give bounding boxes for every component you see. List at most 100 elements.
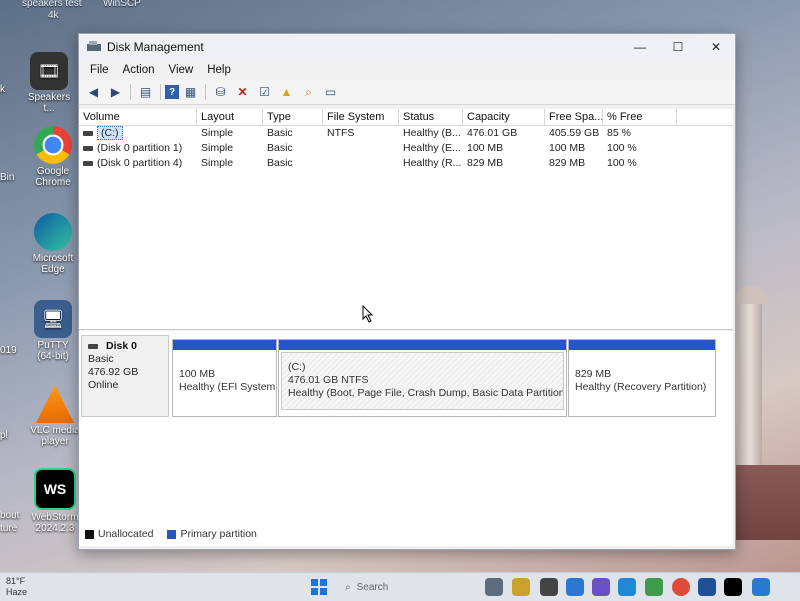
delete-icon[interactable]: ✕ <box>232 82 253 102</box>
menu-action[interactable]: Action <box>116 64 162 76</box>
minimize-button[interactable]: — <box>621 34 659 60</box>
desktop-label-winscp[interactable]: WinSCP <box>103 0 141 9</box>
partition-efi[interactable]: 100 MB Healthy (EFI System <box>172 339 277 417</box>
search-icon: ⌕ <box>345 581 351 593</box>
desktop-edge-label: k <box>0 84 5 95</box>
desktop-icon-putty[interactable]: 🖥 PuTTY (64-bit) <box>28 300 78 362</box>
legend-primary-label: Primary partition <box>180 528 257 540</box>
console-icon[interactable]: ▭ <box>320 82 341 102</box>
connect-icon[interactable]: ⛁ <box>210 82 231 102</box>
view-icon[interactable]: ▦ <box>180 82 201 102</box>
fs-cell <box>323 156 399 171</box>
desktop-icon-vlc[interactable]: VLC media player <box>30 385 80 447</box>
help-icon[interactable]: ? <box>165 85 179 99</box>
taskbar-search[interactable]: ⌕ Search <box>345 578 465 596</box>
col-free-space[interactable]: Free Spa... <box>545 109 603 125</box>
disk-management-window[interactable]: Disk Management — ☐ ✕ File Action View H… <box>78 33 736 550</box>
taskbar-app-icon[interactable] <box>566 578 584 596</box>
taskbar-app-icon[interactable] <box>592 578 610 596</box>
col-type[interactable]: Type <box>263 109 323 125</box>
desktop-label-4k[interactable]: 4k <box>48 10 59 21</box>
drive-icon <box>83 145 93 151</box>
disk-graphical-view: Disk 0 Basic 476.92 GB Online 100 MB Hea… <box>79 331 733 546</box>
disk-0-label[interactable]: Disk 0 Basic 476.92 GB Online <box>81 335 169 417</box>
vlc-cone-icon <box>36 385 74 423</box>
partition-status: Healthy (EFI System <box>179 381 276 393</box>
col-file-system[interactable]: File System <box>323 109 399 125</box>
menu-view[interactable]: View <box>162 64 201 76</box>
forward-arrow-icon[interactable]: ▶ <box>105 82 126 102</box>
taskbar-app-icon[interactable] <box>540 578 558 596</box>
desktop-edge-label: bout <box>0 510 20 521</box>
taskbar-app-icon[interactable] <box>645 578 663 596</box>
start-button[interactable] <box>311 579 327 595</box>
desktop-icon-label: PuTTY (64-bit) <box>37 340 69 362</box>
maximize-button[interactable]: ☐ <box>659 34 697 60</box>
menu-help[interactable]: Help <box>200 64 238 76</box>
desktop-icon-webstorm[interactable]: WS WebStorm 2024.2.3 <box>30 468 80 534</box>
layout-cell: Simple <box>201 142 234 154</box>
properties-icon[interactable]: ▤ <box>135 82 156 102</box>
table-row[interactable]: (C:) Simple Basic NTFS Healthy (B... 476… <box>79 126 733 141</box>
desktop-icon-chrome[interactable]: Google Chrome <box>28 126 78 188</box>
edge-icon[interactable] <box>618 578 636 596</box>
fs-cell <box>323 141 399 156</box>
partition-status: Healthy (Recovery Partition) <box>575 381 707 393</box>
partition-recovery[interactable]: 829 MB Healthy (Recovery Partition) <box>568 339 716 417</box>
search-icon[interactable]: ⌕ <box>298 82 319 102</box>
file-explorer-icon[interactable] <box>512 578 530 596</box>
toolbar-separator <box>130 84 131 100</box>
layout-cell: Simple <box>201 157 234 169</box>
type-cell: Basic <box>267 157 293 169</box>
col-status[interactable]: Status <box>399 109 463 125</box>
check-icon[interactable]: ☑ <box>254 82 275 102</box>
partition-size: 476.01 GB NTFS <box>288 374 369 386</box>
weather-widget[interactable]: 81°F Haze <box>6 576 27 598</box>
volume-cell: (Disk 0 partition 4) <box>79 156 197 171</box>
folder-up-icon[interactable]: ▲ <box>276 82 297 102</box>
disk-management-icon <box>87 41 101 51</box>
taskbar-app-icon[interactable] <box>698 578 716 596</box>
disk-type: Basic <box>88 353 114 365</box>
partition-bar <box>173 340 276 350</box>
col-capacity[interactable]: Capacity <box>463 109 545 125</box>
menu-bar: File Action View Help <box>79 60 735 80</box>
menu-file[interactable]: File <box>83 64 116 76</box>
desktop-label-speakers-test[interactable]: speakers test <box>22 0 81 9</box>
title-bar[interactable]: Disk Management — ☐ ✕ <box>79 34 735 60</box>
taskbar-app-icon[interactable] <box>485 578 503 596</box>
taskbar-app-icon[interactable] <box>752 578 770 596</box>
minaret-tower <box>732 286 768 490</box>
partition-title: (C:) <box>288 361 306 373</box>
back-arrow-icon[interactable]: ◀ <box>83 82 104 102</box>
desktop-icon-edge[interactable]: Microsoft Edge <box>28 213 78 275</box>
drive-icon <box>83 160 93 166</box>
legend-primary: Primary partition <box>167 528 257 540</box>
webstorm-icon[interactable] <box>724 578 742 596</box>
col-percent-free[interactable]: % Free <box>603 109 677 125</box>
start-tile <box>311 579 318 586</box>
type-cell: Basic <box>267 142 293 154</box>
table-row[interactable]: (Disk 0 partition 4) Simple Basic Health… <box>79 156 733 171</box>
desktop-icon-speakers[interactable]: 🎞 Speakers t... <box>24 52 74 114</box>
primary-swatch <box>167 529 177 539</box>
volume-list[interactable]: Volume Layout Type File System Status Ca… <box>79 109 733 330</box>
volume-cell: (C:) <box>79 126 197 141</box>
weather-condition: Haze <box>6 587 28 597</box>
table-row[interactable]: (Disk 0 partition 1) Simple Basic Health… <box>79 141 733 156</box>
desktop-edge-label: ture <box>0 523 18 534</box>
free-space-cell: 405.59 GB <box>549 127 600 139</box>
legend-unallocated-label: Unallocated <box>98 528 154 540</box>
taskbar: 81°F Haze ⌕ Search <box>0 572 800 601</box>
chrome-icon[interactable] <box>672 578 690 596</box>
col-volume[interactable]: Volume <box>79 109 197 125</box>
partition-c[interactable]: (C:) 476.01 GB NTFS Healthy (Boot, Page … <box>278 339 567 417</box>
capacity-cell: 476.01 GB <box>467 127 518 139</box>
close-button[interactable]: ✕ <box>697 34 735 60</box>
desktop-icon-label: Google Chrome <box>35 166 71 188</box>
desktop-icon-label: VLC media player <box>30 425 80 447</box>
volume-list-header: Volume Layout Type File System Status Ca… <box>79 109 733 126</box>
weather-temp: 81°F <box>6 576 26 586</box>
col-layout[interactable]: Layout <box>197 109 263 125</box>
desktop-icon-label: Microsoft Edge <box>32 253 74 275</box>
